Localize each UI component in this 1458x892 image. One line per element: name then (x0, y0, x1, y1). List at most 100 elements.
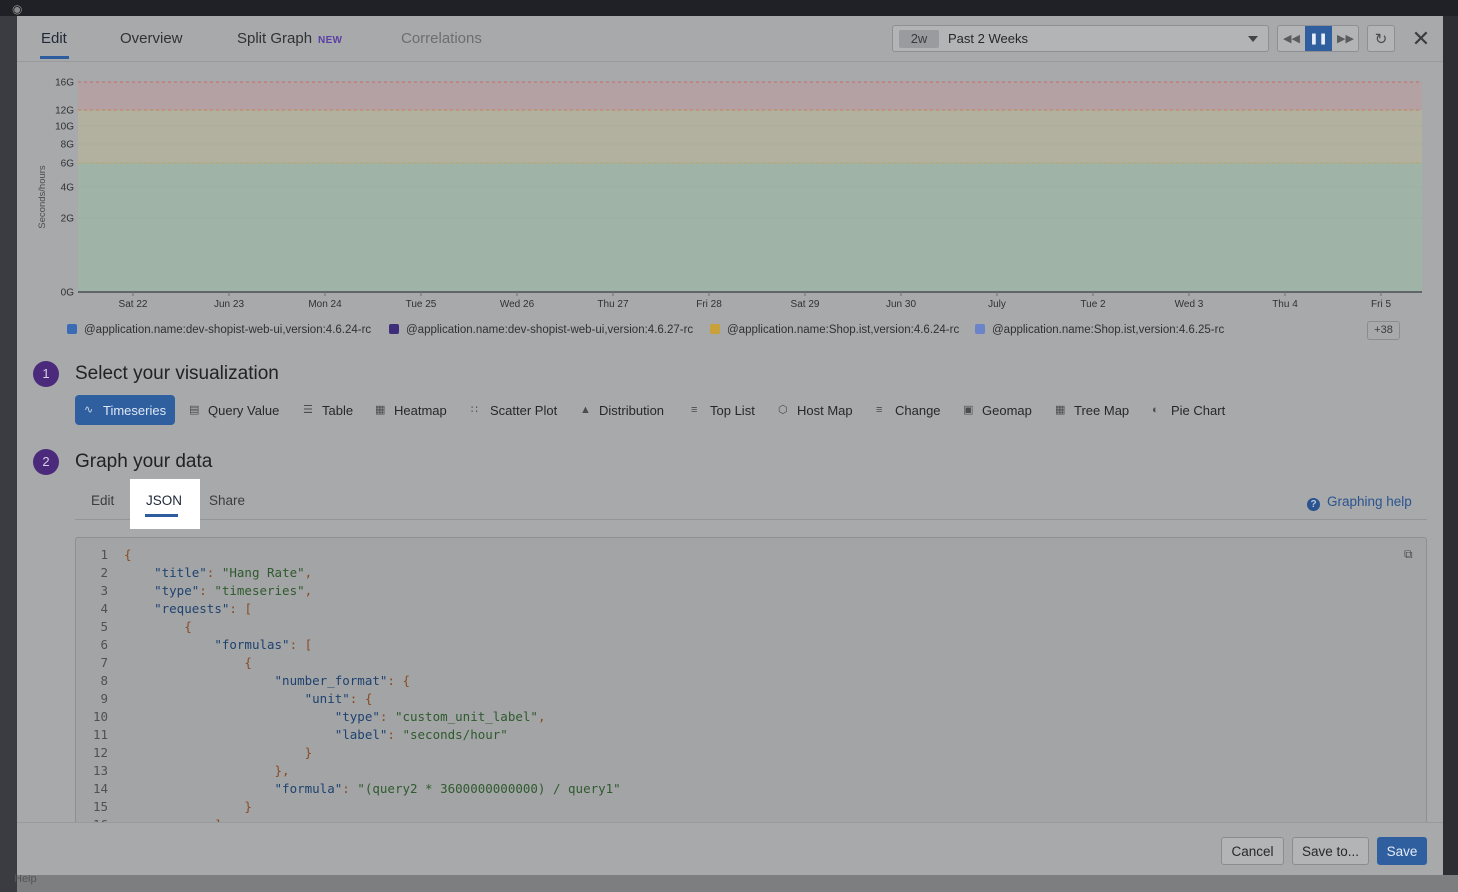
geomap-icon: ▣ (963, 403, 974, 416)
save-button[interactable]: Save (1377, 837, 1427, 865)
x-tick-label: Jun 30 (886, 299, 916, 310)
code-line: 10 "type": "custom_unit_label", (76, 708, 546, 726)
code-line: 12 } (76, 744, 312, 762)
x-tick-label: Thu 27 (597, 299, 629, 310)
line-number: 6 (100, 637, 108, 652)
table-icon: ☰ (303, 403, 313, 416)
app-background-bottom (17, 875, 1458, 892)
modal-header: Edit Overview Split Graph NEW Correlation… (17, 16, 1443, 62)
refresh-icon[interactable]: ↻ (1367, 25, 1395, 52)
viz-label: Top List (710, 402, 755, 418)
code-text: { (124, 547, 132, 562)
heatmap-icon: ▦ (375, 403, 386, 416)
viz-label: Query Value (208, 402, 280, 418)
top-list-icon: ≡ (691, 403, 698, 416)
subtab-share[interactable]: Share (209, 493, 245, 508)
tab-split-graph[interactable]: Split Graph NEW (237, 30, 342, 47)
copy-icon[interactable]: ⧉ (1404, 547, 1416, 561)
code-line: 11 "label": "seconds/hour" (76, 726, 508, 744)
viz-table[interactable]: ☰ Table (303, 395, 353, 425)
graphing-help-link[interactable]: ? Graphing help (1307, 494, 1412, 511)
viz-timeseries[interactable]: ∿ Timeseries (75, 395, 176, 425)
viz-scatter-plot[interactable]: ∷ Scatter Plot (471, 395, 557, 425)
code-text: "number_format": { (274, 673, 410, 688)
code-line: 6 "formulas": [ (76, 636, 312, 654)
code-line: 15 } (76, 798, 252, 816)
subtab-json[interactable]: JSON (130, 479, 200, 529)
playback-controls: ◀◀ ❚❚ ▶▶ (1277, 25, 1359, 52)
viz-host-map[interactable]: ⬡ Host Map (778, 395, 853, 425)
x-tick-label: Sat 22 (119, 299, 148, 310)
viz-label: Tree Map (1074, 402, 1130, 418)
tab-split-graph-label: Split Graph (237, 30, 313, 47)
app-left-nav (0, 16, 17, 892)
chart-legend: @application.name:dev-shopist-web-ui,ver… (67, 321, 1407, 341)
save-to-button[interactable]: Save to... (1292, 837, 1369, 865)
line-number: 9 (100, 691, 108, 706)
x-tick-label: Jun 23 (214, 299, 244, 310)
code-text: } (244, 799, 252, 814)
legend-label: @application.name:dev-shopist-web-ui,ver… (84, 324, 372, 336)
subtab-edit[interactable]: Edit (91, 493, 114, 508)
line-number: 5 (100, 619, 108, 634)
y-tick-label: 4G (61, 183, 75, 194)
legend-more-button[interactable]: +38 (1367, 321, 1400, 340)
tab-overview[interactable]: Overview (120, 30, 183, 47)
y-tick-label: 0G (61, 288, 75, 299)
legend-swatch (975, 324, 985, 334)
close-icon[interactable]: ✕ (1409, 25, 1433, 52)
code-line: 2 "title": "Hang Rate", (76, 564, 312, 582)
pause-icon[interactable]: ❚❚ (1305, 26, 1332, 51)
x-tick-label: Fri 28 (696, 299, 722, 310)
new-badge: NEW (318, 35, 343, 46)
code-line: 14 "formula": "(query2 * 3600000000000) … (76, 780, 621, 798)
line-number: 11 (92, 727, 108, 742)
code-line: 4 "requests": [ (76, 600, 252, 618)
viz-geomap[interactable]: ▣ Geomap (963, 395, 1032, 425)
viz-top-list[interactable]: ≡ Top List (691, 395, 755, 425)
x-tick-label: Wed 3 (1175, 299, 1204, 310)
viz-query-value[interactable]: ▤ Query Value (189, 395, 279, 425)
legend-item[interactable]: @application.name:Shop.ist,version:4.6.2… (710, 324, 959, 336)
forward-icon[interactable]: ▶▶ (1332, 26, 1359, 51)
chevron-down-icon (1248, 36, 1258, 42)
json-editor[interactable]: ⧉ 1{2 "title": "Hang Rate", 3 "type": "ti… (75, 537, 1427, 837)
time-range-picker[interactable]: 2w Past 2 Weeks (892, 25, 1269, 52)
code-text: "unit": { (304, 691, 373, 706)
threshold-band (78, 110, 1422, 163)
tab-correlations[interactable]: Correlations (401, 30, 482, 47)
code-line: 5 { (76, 618, 191, 636)
legend-item[interactable]: @application.name:dev-shopist-web-ui,ver… (67, 324, 371, 336)
line-number: 7 (100, 655, 108, 670)
y-axis-label: Seconds/hours (37, 165, 48, 229)
line-number: 14 (92, 781, 108, 796)
line-number: 13 (92, 763, 108, 778)
legend-item[interactable]: @application.name:Shop.ist,version:4.6.2… (975, 324, 1224, 336)
graphing-help-label: Graphing help (1327, 494, 1412, 509)
viz-heatmap[interactable]: ▦ Heatmap (375, 395, 447, 425)
line-number: 10 (92, 709, 108, 724)
back-icon[interactable]: ◀◀ (1278, 26, 1305, 51)
app-top-bar (0, 0, 1458, 16)
code-line: 9 "unit": { (76, 690, 372, 708)
viz-label: Pie Chart (1171, 402, 1226, 418)
legend-label: @application.name:Shop.ist,version:4.6.2… (992, 324, 1225, 336)
viz-distribution[interactable]: ▲ Distribution (580, 395, 664, 425)
x-tick-label: Fri 5 (1371, 299, 1391, 310)
line-number: 12 (92, 745, 108, 760)
legend-item[interactable]: @application.name:dev-shopist-web-ui,ver… (389, 324, 693, 336)
subtab-json-underline (145, 514, 178, 517)
graph-data-tabs: Edit JSON Share ? Graphing help (75, 479, 1427, 529)
viz-pie-chart[interactable]: ◐ Pie Chart (1152, 395, 1225, 425)
viz-tree-map[interactable]: ▦ Tree Map (1055, 395, 1129, 425)
change-icon: ≡ (876, 403, 883, 416)
viz-change[interactable]: ≡ Change (876, 395, 941, 425)
tab-edit[interactable]: Edit (41, 30, 67, 47)
viz-label: Change (895, 402, 941, 418)
code-text: "formula": "(query2 * 3600000000000) / q… (274, 781, 621, 796)
viz-label: Geomap (982, 402, 1032, 418)
line-number: 3 (100, 583, 108, 598)
cancel-button[interactable]: Cancel (1221, 837, 1284, 865)
tree-map-icon: ▦ (1055, 403, 1066, 416)
tab-edit-underline (40, 56, 69, 59)
